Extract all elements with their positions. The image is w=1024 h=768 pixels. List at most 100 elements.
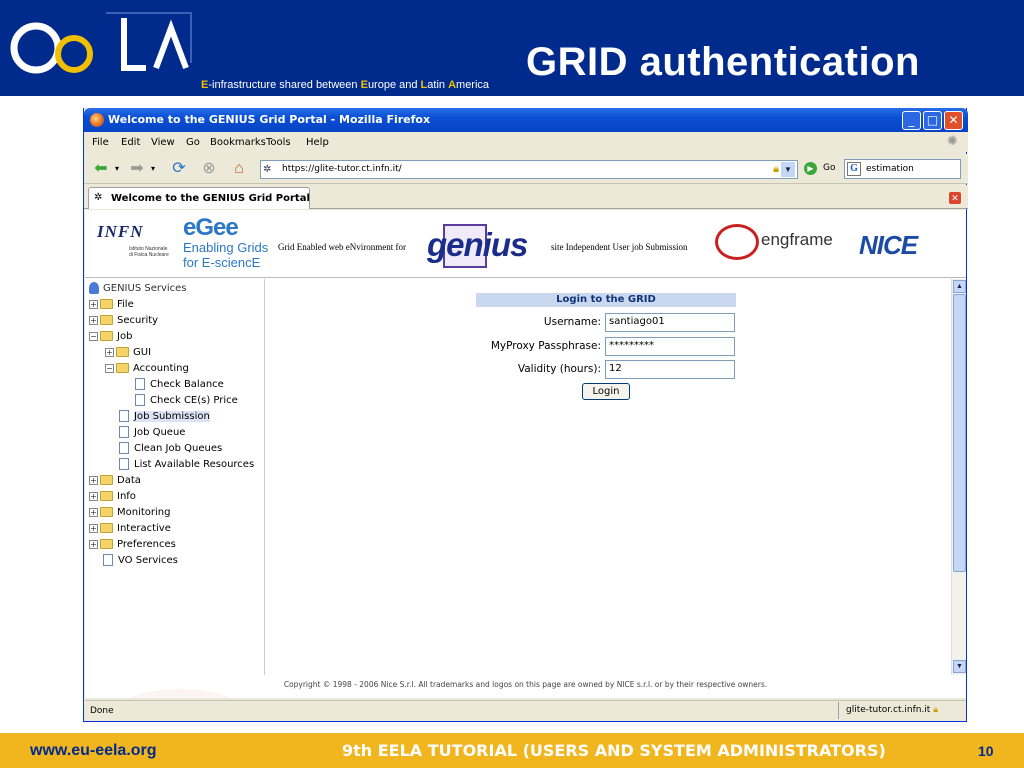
collapse-icon[interactable]: − [89,331,98,341]
tree-item-clean-job-queues[interactable]: Clean Job Queues [119,441,222,457]
minimize-button[interactable]: _ [902,111,921,130]
tree-item-security[interactable]: + Security [89,313,158,329]
menu-bookmarks[interactable]: Bookmarks [210,137,266,148]
main-panel: Login to the GRID Username: santiago01 M… [266,279,951,675]
tree-item-gui[interactable]: + GUI [105,345,151,361]
genius-services-icon [89,282,99,294]
login-button[interactable]: Login [582,383,630,400]
menu-edit[interactable]: Edit [121,137,140,148]
expand-icon[interactable]: + [89,491,98,501]
back-dropdown-icon[interactable]: ▾ [112,159,122,179]
forward-dropdown-icon[interactable]: ▾ [148,159,158,179]
collapse-icon[interactable]: − [105,363,114,373]
tree-item-preferences[interactable]: + Preferences [89,537,176,553]
search-input[interactable]: estimation [866,164,914,174]
tree-item-file[interactable]: + File [89,297,134,313]
go-button[interactable]: Go [823,163,835,173]
reload-icon[interactable]: ⟳ [168,159,190,179]
close-tab-icon[interactable]: ✕ [949,192,961,204]
back-icon[interactable]: ⬅ [90,159,112,179]
folder-icon [100,315,113,325]
menu-go[interactable]: Go [186,137,200,148]
tab-genius-portal[interactable]: ✲ Welcome to the GENIUS Grid Portal [88,187,310,209]
document-icon [119,458,129,470]
expand-icon[interactable]: + [89,315,98,325]
url-text[interactable]: https://glite-tutor.ct.infn.it/ [282,164,402,174]
lock-icon[interactable]: 🔒︎ [773,163,779,176]
tree-item-check-ce-price[interactable]: Check CE(s) Price [135,393,238,409]
throbber-icon: ✺ [947,134,958,149]
validity-input[interactable]: 12 [605,360,735,379]
menu-view[interactable]: View [151,137,175,148]
navigation-toolbar: ⬅ ▾ ➡ ▾ ⟳ ⊗ ⌂ ✲ https://glite-tutor.ct.i… [84,154,968,184]
tree-item-info[interactable]: + Info [89,489,136,505]
tree-item-job[interactable]: − Job [89,329,132,345]
document-icon [119,442,129,454]
username-label: Username: [543,316,601,328]
tree-item-monitoring[interactable]: + Monitoring [89,505,170,521]
slide-tagline: E-infrastructure shared between Europe a… [201,79,490,91]
go-icon[interactable]: ▶ [804,162,817,175]
expand-icon[interactable]: + [89,475,98,485]
footer-title: 9th EELA TUTORIAL (USERS AND SYSTEM ADMI… [342,741,886,760]
search-box[interactable]: G estimation [844,159,961,179]
login-heading: Login to the GRID [476,293,736,307]
document-icon [119,426,129,438]
tree-item-interactive[interactable]: + Interactive [89,521,171,537]
engframe-logo-icon [715,224,759,260]
vertical-scrollbar[interactable]: ▲ ▼ [951,279,966,675]
portal-banner: INFN Istituto Nazionale di Fisica Nuclea… [85,210,966,278]
expand-icon[interactable]: + [89,299,98,309]
menu-tools[interactable]: Tools [266,137,291,148]
google-icon[interactable]: G [847,162,861,176]
status-host: glite-tutor.ct.infn.it 🔒︎ [838,702,958,719]
firefox-icon [90,113,104,127]
document-icon [135,394,145,406]
url-dropdown-icon[interactable]: ▼ [781,162,795,177]
folder-icon [100,475,113,485]
menu-bar: File Edit View Go Bookmarks Tools Help ✺ [84,132,968,152]
window-titlebar[interactable]: Welcome to the GENIUS Grid Portal - Mozi… [84,108,968,132]
slide-title: GRID authentication [526,40,920,84]
tree-item-list-resources[interactable]: List Available Resources [119,457,254,473]
folder-icon [100,523,113,533]
passphrase-input[interactable]: ********* [605,337,735,356]
expand-icon[interactable]: + [89,507,98,517]
url-bar[interactable]: ✲ https://glite-tutor.ct.infn.it/ 🔒︎ ▼ [260,160,798,179]
stop-icon[interactable]: ⊗ [198,159,220,179]
folder-icon [100,299,113,309]
status-lock-icon[interactable]: 🔒︎ [933,705,938,715]
tree-item-job-queue[interactable]: Job Queue [119,425,185,441]
site-favicon: ✲ [263,164,272,175]
username-input[interactable]: santiago01 [605,313,735,332]
tree-item-data[interactable]: + Data [89,473,141,489]
document-icon [119,410,129,422]
tree-header: GENIUS Services [89,281,187,297]
menu-help[interactable]: Help [306,137,329,148]
maximize-button[interactable]: □ [923,111,942,130]
tree-item-vo-services[interactable]: VO Services [103,553,178,569]
expand-icon[interactable]: + [89,523,98,533]
close-window-button[interactable]: ✕ [944,111,963,130]
menu-file[interactable]: File [92,137,109,148]
expand-icon[interactable]: + [89,539,98,549]
forward-icon[interactable]: ➡ [126,159,148,179]
egee-logo: eGee [183,214,239,241]
infn-logo: INFN [97,222,144,241]
validity-label: Validity (hours): [517,363,601,375]
document-icon [135,378,145,390]
scroll-thumb[interactable] [953,294,966,572]
tree-item-check-balance[interactable]: Check Balance [135,377,224,393]
scroll-up-icon[interactable]: ▲ [953,280,966,293]
tab-favicon: ✲ [94,192,103,203]
genius-acronym-left: Grid Enabled web eNvironment for [278,242,406,252]
page-content: INFN Istituto Nazionale di Fisica Nuclea… [85,210,966,698]
expand-icon[interactable]: + [105,347,114,357]
passphrase-label: MyProxy Passphrase: [490,340,601,352]
tree-item-job-submission[interactable]: Job Submission [119,409,210,425]
scroll-down-icon[interactable]: ▼ [953,660,966,673]
folder-icon [100,539,113,549]
eela-logo [10,12,192,74]
home-icon[interactable]: ⌂ [228,159,250,179]
tree-item-accounting[interactable]: − Accounting [105,361,189,377]
